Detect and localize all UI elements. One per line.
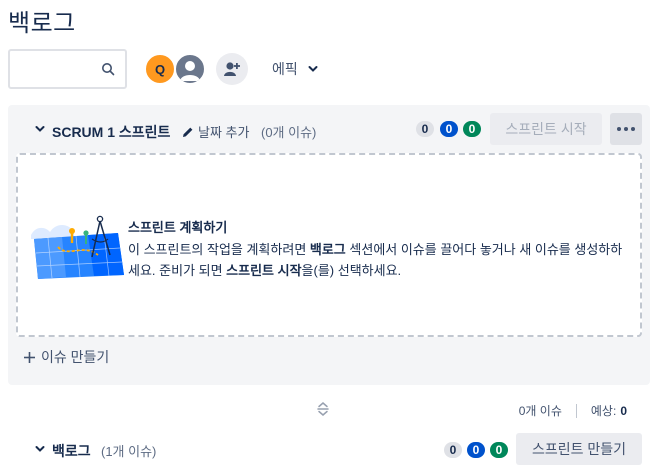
in-progress-count-badge: 0	[440, 121, 458, 137]
add-person-icon	[224, 62, 240, 76]
sprint-header[interactable]: SCRUM 1 스프린트 날짜 추가 (0개 이슈) 0 0 0 스프린트 시작	[8, 105, 650, 151]
start-sprint-emphasis: 스프린트 시작	[226, 263, 302, 278]
create-sprint-button[interactable]: 스프린트 만들기	[516, 433, 642, 465]
add-date-label: 날짜 추가	[198, 125, 250, 140]
done-count-badge: 0	[463, 121, 481, 137]
todo-count-badge: 0	[416, 121, 434, 137]
planning-map-illustration	[31, 215, 124, 279]
page-title: 백로그	[8, 10, 76, 37]
chevron-down-icon[interactable]	[35, 124, 45, 134]
more-icon	[617, 127, 621, 131]
add-date-button[interactable]: 날짜 추가	[182, 122, 249, 141]
summary-estimate-value: 0	[620, 403, 627, 418]
more-icon-dot	[631, 127, 635, 131]
sprint-panel: SCRUM 1 스프린트 날짜 추가 (0개 이슈) 0 0 0 스프린트 시작	[8, 105, 650, 385]
empty-state-text-part: 을(를) 선택하세요.	[301, 263, 402, 278]
in-progress-count-badge: 0	[467, 442, 485, 458]
more-icon-dot	[624, 127, 628, 131]
sprint-dropzone[interactable]: 스프린트 계획하기 이 스프린트의 작업을 계획하려면 백로그 섹션에서 이슈를…	[16, 153, 642, 337]
start-sprint-button[interactable]: 스프린트 시작	[490, 113, 602, 145]
sprint-summary: 0개 이슈 예상: 0	[519, 402, 627, 419]
summary-estimate-label: 예상:	[590, 404, 617, 418]
empty-state-title: 스프린트 계획하기	[128, 220, 228, 235]
epic-filter-label: 에픽	[272, 61, 298, 77]
avatar-q[interactable]: Q	[144, 53, 176, 85]
add-people-button[interactable]	[216, 53, 248, 85]
epic-filter-dropdown[interactable]: 에픽	[264, 58, 326, 80]
done-count-badge: 0	[490, 442, 508, 458]
more-actions-button[interactable]	[610, 113, 642, 145]
sprint-name: SCRUM 1 스프린트	[52, 124, 171, 140]
todo-count-badge: 0	[444, 442, 462, 458]
backlog-name: 백로그	[52, 443, 91, 459]
create-issue-button[interactable]: 이슈 만들기	[24, 347, 109, 367]
backlog-issue-count: (1개 이슈)	[101, 444, 157, 459]
search-box[interactable]	[8, 49, 127, 89]
empty-state-text: 이 스프린트의 작업을 계획하려면 백로그 섹션에서 이슈를 끌어다 놓거나 새…	[128, 239, 633, 281]
sprint-issue-count: (0개 이슈)	[261, 125, 317, 140]
resize-handle-icon[interactable]	[315, 401, 331, 417]
create-issue-label: 이슈 만들기	[41, 349, 110, 365]
summary-issue-count: 0개 이슈	[518, 404, 562, 418]
summary-divider	[575, 403, 577, 418]
avatar-user[interactable]	[174, 53, 206, 85]
backlog-emphasis: 백로그	[309, 242, 346, 257]
search-input[interactable]	[10, 51, 100, 87]
empty-state-text-part: 이 스프린트의 작업을 계획하려면	[128, 242, 310, 257]
chevron-down-icon	[308, 66, 318, 72]
search-icon[interactable]	[101, 62, 115, 76]
plus-icon	[24, 351, 35, 363]
pencil-icon	[183, 127, 193, 137]
user-icon	[180, 61, 200, 81]
chevron-down-icon[interactable]	[35, 444, 45, 454]
